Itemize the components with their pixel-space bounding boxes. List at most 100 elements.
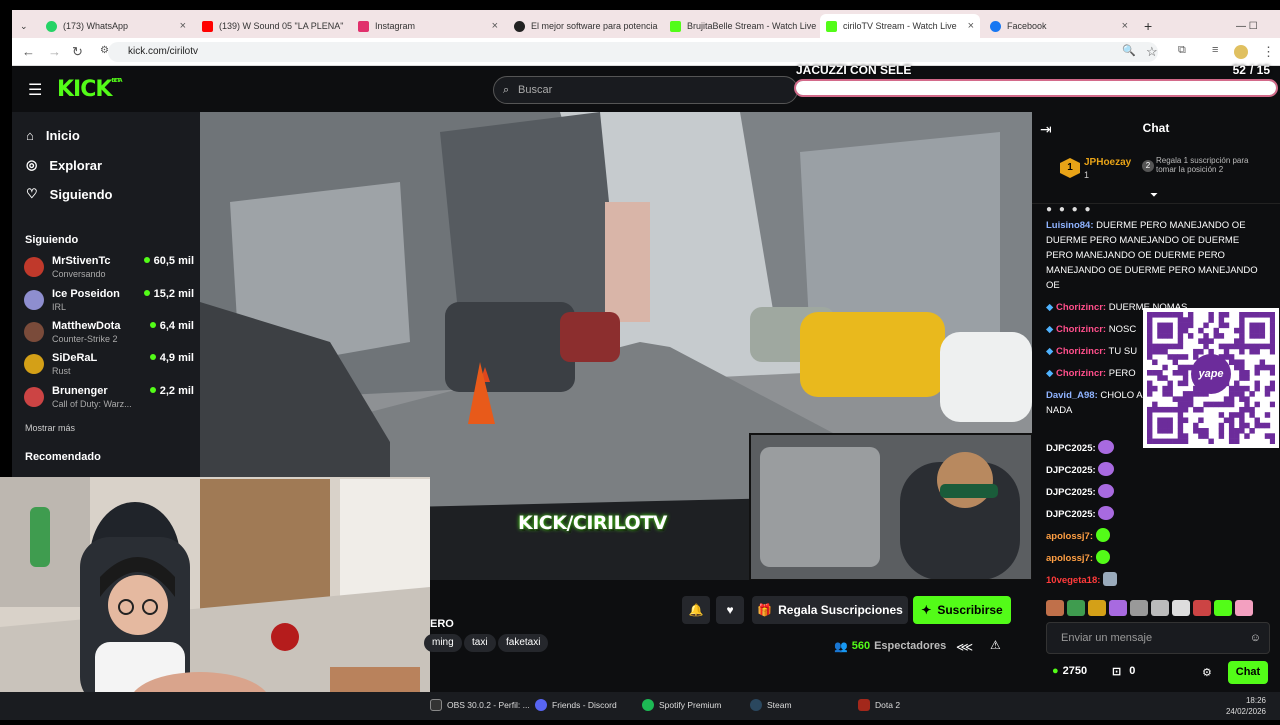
chat-username[interactable]: Chorizincr:: [1056, 368, 1106, 379]
channel-name: MatthewDota: [52, 320, 121, 332]
chat-username[interactable]: apolossj7:: [1046, 553, 1093, 564]
menu-dots-icon[interactable]: ⋮: [1262, 44, 1275, 60]
back-icon[interactable]: ←: [22, 44, 35, 59]
forward-icon[interactable]: →: [48, 44, 61, 59]
taskbar-item-dota[interactable]: Dota 2: [858, 699, 900, 711]
chat-username[interactable]: apolossj7:: [1046, 531, 1093, 542]
emote-icon[interactable]: [1130, 600, 1148, 616]
emote-icon[interactable]: [1046, 600, 1064, 616]
emote-icon[interactable]: [1235, 600, 1253, 616]
tag-chip[interactable]: ming: [424, 634, 462, 652]
tab-youtube[interactable]: (139) W Sound 05 "LA PLENA"×: [196, 14, 348, 38]
tag-chip[interactable]: faketaxi: [498, 634, 549, 652]
tab-facebook[interactable]: Facebook ×: [984, 14, 1134, 38]
rank-2-icon: 2: [1142, 160, 1154, 172]
media-control-icon[interactable]: ≡: [1212, 44, 1218, 56]
emote-icon[interactable]: [1067, 600, 1085, 616]
taskbar-item-obs[interactable]: OBS 30.0.2 - Perfil: ...: [430, 699, 530, 711]
emote-icon[interactable]: [1172, 600, 1190, 616]
obs-icon: [430, 699, 442, 711]
system-clock[interactable]: 18:26 24/02/2026: [1226, 695, 1266, 717]
emote-icon[interactable]: [1151, 600, 1169, 616]
chat-username[interactable]: DJPC2025:: [1046, 465, 1096, 476]
badge-icon: ◆: [1046, 324, 1056, 335]
zoom-icon[interactable]: 🔍: [1122, 44, 1136, 57]
qr-module: [1167, 354, 1173, 360]
chat-username[interactable]: DJPC2025:: [1046, 509, 1096, 520]
tab-whatsapp[interactable]: (173) WhatsApp ×: [40, 14, 192, 38]
close-icon[interactable]: ×: [180, 20, 186, 32]
qr-module: [1228, 396, 1235, 402]
qr-module: [1167, 322, 1173, 329]
chat-message-input[interactable]: Enviar un mensaje ☺: [1046, 622, 1270, 654]
settings-gear-icon[interactable]: ⚙: [1202, 666, 1212, 679]
reload-icon[interactable]: ↻: [72, 44, 83, 60]
gift-subs-button[interactable]: 🎁 Regala Suscripciones: [752, 596, 908, 624]
chat-username[interactable]: David_A98:: [1046, 390, 1098, 401]
qr-module: [1147, 327, 1153, 334]
expand-leaderboard-icon[interactable]: ⏷: [1150, 190, 1158, 201]
qr-module: [1234, 327, 1240, 334]
emote-icon[interactable]: [1214, 600, 1232, 616]
profile-avatar[interactable]: [1234, 45, 1248, 59]
qr-module: [1162, 348, 1168, 355]
share-icon[interactable]: ⋘: [956, 640, 973, 654]
nav-explorar[interactable]: ◎ Explorar: [26, 157, 102, 173]
hamburger-menu-icon[interactable]: ☰: [28, 80, 42, 100]
channel-points[interactable]: ● 2750: [1052, 665, 1087, 677]
tab-brujitabelle[interactable]: BrujitaBelle Stream - Watch Live×: [664, 14, 816, 38]
qr-module: [1182, 433, 1189, 439]
channel-item[interactable]: Brunenger Call of Duty: Warz... 2,2 mil: [24, 385, 194, 415]
chat-username[interactable]: Chorizincr:: [1056, 324, 1106, 335]
qr-module: [1228, 433, 1235, 439]
nav-inicio[interactable]: ⌂ Inicio: [26, 128, 80, 143]
chat-send-button[interactable]: Chat: [1228, 661, 1268, 684]
emoji-picker-icon[interactable]: ☺: [1250, 623, 1261, 653]
qr-module: [1239, 348, 1245, 355]
chat-username[interactable]: Luisino84:: [1046, 220, 1094, 231]
chat-username[interactable]: Chorizincr:: [1056, 346, 1106, 357]
chat-username[interactable]: DJPC2025:: [1046, 487, 1096, 498]
tab-software[interactable]: El mejor software para potencia×: [508, 14, 660, 38]
url-field[interactable]: kick.com/cirilotv: [108, 42, 1158, 62]
nav-siguiendo[interactable]: ♡ Siguiendo: [26, 186, 113, 202]
qr-module: [1187, 333, 1194, 339]
close-icon[interactable]: ×: [492, 20, 498, 32]
emote-icon: [1098, 440, 1115, 454]
gift-counter[interactable]: ⊡ 0: [1112, 665, 1135, 678]
window-controls[interactable]: — ☐: [1230, 14, 1280, 38]
new-tab-button[interactable]: +: [1138, 14, 1158, 38]
search-input[interactable]: ⌕ Buscar: [493, 76, 798, 104]
taskbar-item-discord[interactable]: Friends - Discord: [535, 699, 617, 711]
extensions-icon[interactable]: ⧉: [1178, 44, 1186, 57]
close-icon[interactable]: ×: [968, 20, 974, 32]
tab-cirilotv[interactable]: ciriloTV Stream - Watch Live ×: [820, 14, 980, 38]
notification-bell-button[interactable]: 🔔: [682, 596, 710, 624]
chat-username[interactable]: Chorizincr:: [1056, 302, 1106, 313]
site-info-icon[interactable]: ⚙: [100, 45, 109, 56]
follow-button[interactable]: ♥: [716, 596, 744, 624]
show-more-link[interactable]: Mostrar más: [25, 423, 75, 433]
chat-username[interactable]: 10vegeta18:: [1046, 575, 1100, 586]
channel-item[interactable]: SiDeRaL Rust 4,9 mil: [24, 352, 194, 382]
kick-logo[interactable]: KICKBETA: [57, 77, 123, 102]
taskbar-item-steam[interactable]: Steam: [750, 699, 792, 711]
subscribe-button[interactable]: ✦ Suscribirse: [913, 596, 1011, 624]
report-warning-icon[interactable]: ⚠: [990, 638, 1001, 652]
channel-item[interactable]: Ice Poseidon IRL 15,2 mil: [24, 288, 194, 318]
close-icon[interactable]: ×: [1122, 20, 1128, 32]
channel-item[interactable]: MatthewDota Counter-Strike 2 6,4 mil: [24, 320, 194, 350]
channel-category: Conversando: [52, 269, 106, 279]
tag-chip[interactable]: taxi: [464, 634, 496, 652]
taskbar-item-spotify[interactable]: Spotify Premium: [642, 699, 721, 711]
qr-module: [1157, 417, 1163, 424]
chat-username[interactable]: DJPC2025:: [1046, 443, 1096, 454]
emote-icon[interactable]: [1109, 600, 1127, 616]
emote-icon[interactable]: [1088, 600, 1106, 616]
channel-item[interactable]: MrStivenTc Conversando 60,5 mil: [24, 255, 194, 285]
emote-icon[interactable]: [1193, 600, 1211, 616]
tab-instagram[interactable]: Instagram ×: [352, 14, 504, 38]
bookmark-star-icon[interactable]: ☆: [1146, 44, 1158, 60]
qr-module: [1249, 412, 1255, 418]
tab-list-button[interactable]: ⌄: [14, 14, 36, 38]
